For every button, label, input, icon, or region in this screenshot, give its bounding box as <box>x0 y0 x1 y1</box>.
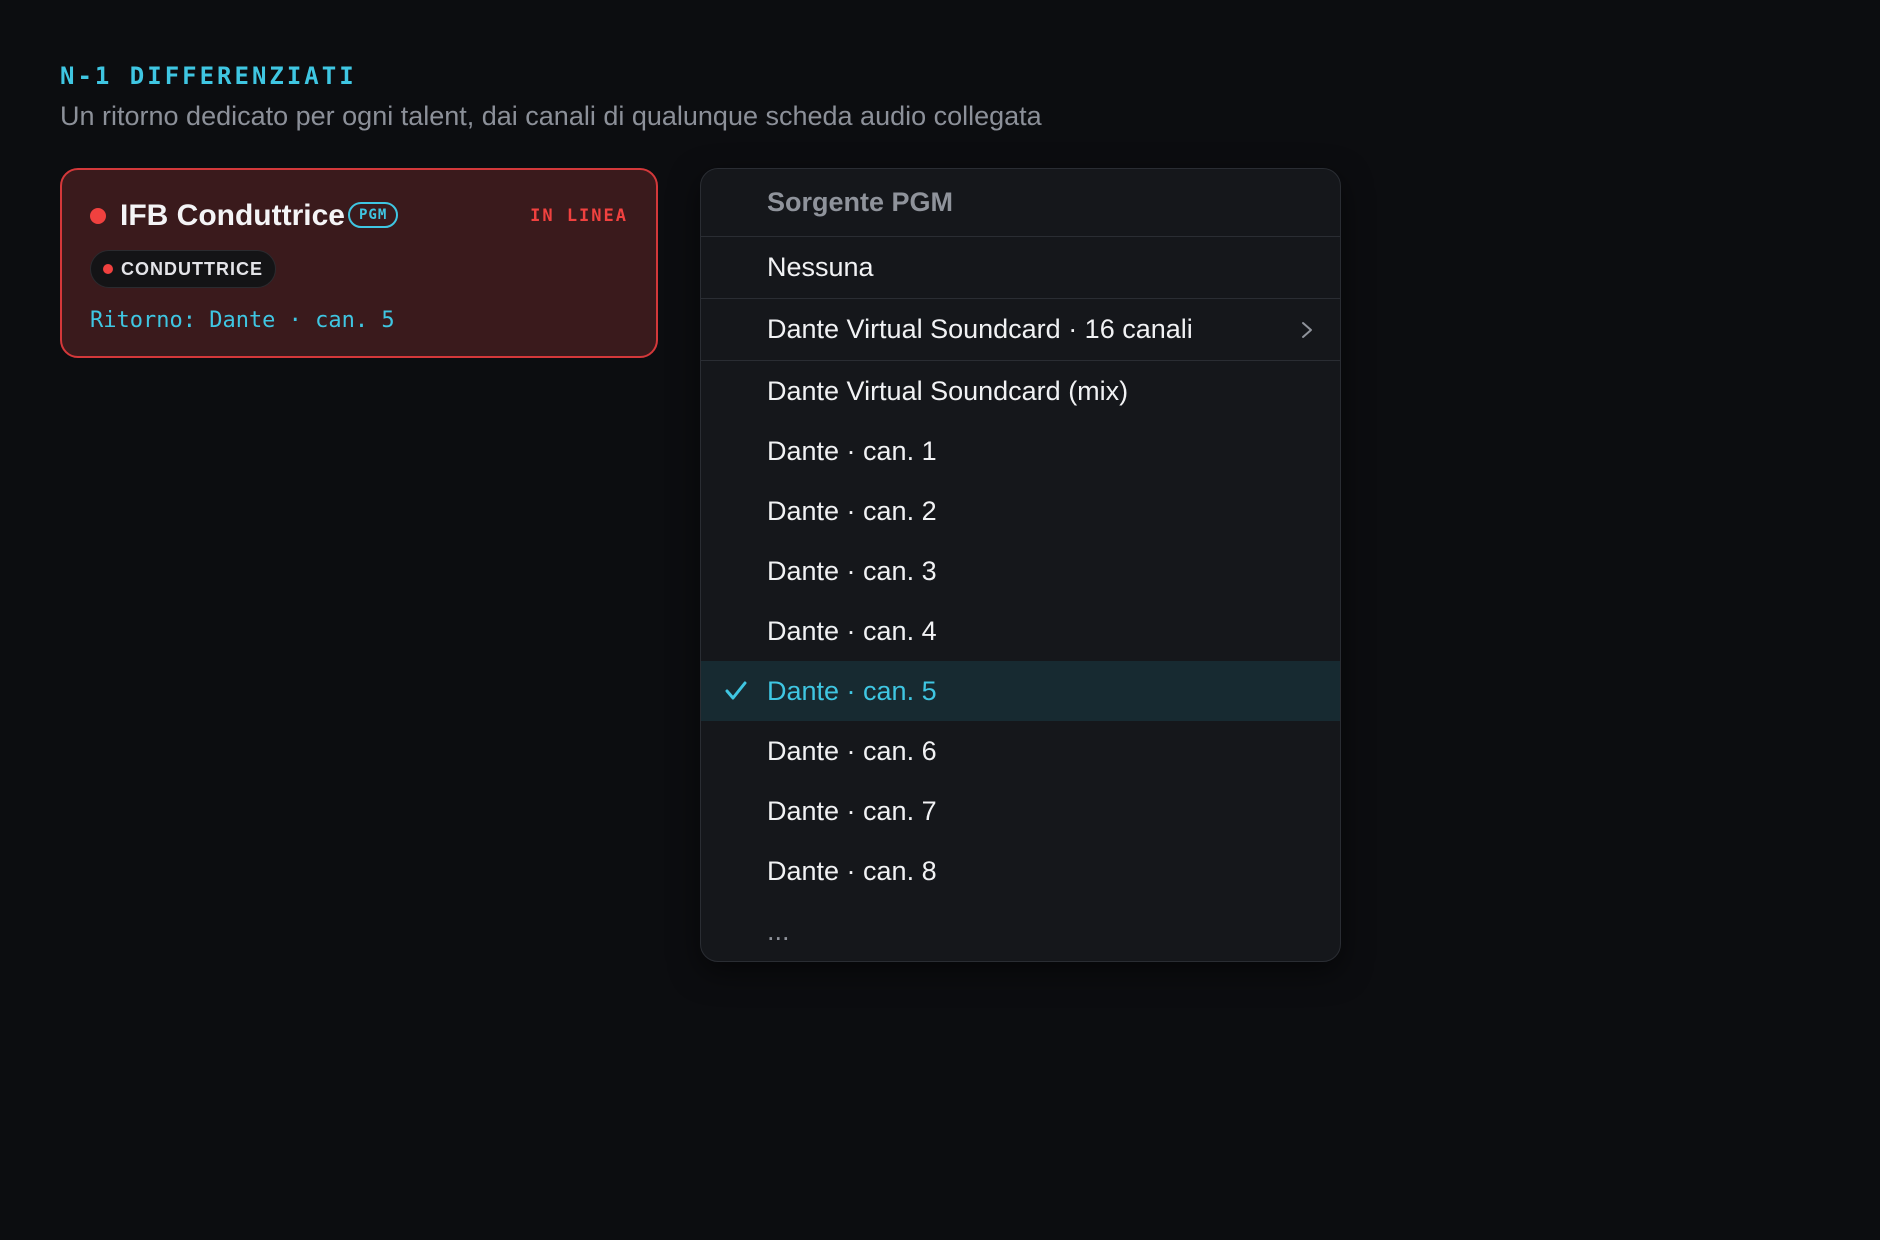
chevron-right-icon <box>1302 321 1312 338</box>
section-subtitle: Un ritorno dedicato per ogni talent, dai… <box>60 101 1042 131</box>
menu-more-indicator: ... <box>767 915 790 946</box>
role-dot-icon <box>103 264 113 274</box>
menu-item-label: Dante · can. 1 <box>767 435 937 466</box>
menu-header: Sorgente PGM <box>701 169 1340 237</box>
menu-item-label: Dante · can. 3 <box>767 555 937 586</box>
menu-item[interactable]: Dante · can. 6 <box>701 721 1340 781</box>
status-badge: IN LINEA <box>530 206 628 226</box>
section-title: N-1 DIFFERENZIATI <box>60 62 357 90</box>
menu-item-selected[interactable]: Dante · can. 5 <box>701 661 1340 721</box>
menu-item-label: Dante · can. 2 <box>767 495 937 526</box>
card-title: IFB Conduttrice <box>120 199 345 232</box>
device-label: Dante Virtual Soundcard · 16 canali <box>767 314 1193 344</box>
menu-item-list: Dante Virtual Soundcard (mix) Dante · can… <box>701 361 1340 901</box>
pgm-badge: PGM <box>348 202 399 228</box>
live-dot-icon <box>90 208 106 224</box>
role-pill: CONDUTTRICE <box>90 250 276 288</box>
check-icon <box>725 681 747 700</box>
role-label: CONDUTTRICE <box>121 258 263 279</box>
menu-item[interactable]: Dante Virtual Soundcard (mix) <box>701 361 1340 421</box>
menu-item-device-submenu[interactable]: Dante Virtual Soundcard · 16 canali <box>701 299 1340 361</box>
menu-item[interactable]: Dante · can. 8 <box>701 841 1340 901</box>
menu-item[interactable]: Dante · can. 1 <box>701 421 1340 481</box>
menu-item-label: Dante · can. 8 <box>767 855 937 886</box>
menu-item-label: Dante · can. 7 <box>767 795 937 826</box>
menu-item-label: Dante · can. 4 <box>767 615 937 646</box>
return-route: Ritorno: Dante · can. 5 <box>90 308 395 333</box>
menu-item[interactable]: Dante · can. 4 <box>701 601 1340 661</box>
menu-item-label: Dante · can. 5 <box>767 675 937 706</box>
menu-item[interactable]: Dante · can. 3 <box>701 541 1340 601</box>
menu-item-label: Dante · can. 6 <box>767 735 937 766</box>
menu-item-none[interactable]: Nessuna <box>701 237 1340 299</box>
menu-item-label: Dante Virtual Soundcard (mix) <box>767 375 1129 406</box>
menu-item[interactable]: Dante · can. 7 <box>701 781 1340 841</box>
menu-item[interactable]: Dante · can. 2 <box>701 481 1340 541</box>
pgm-source-menu: Sorgente PGM Nessuna Dante Virtual Sound… <box>700 168 1341 962</box>
talent-card[interactable]: IFB Conduttrice PGM IN LINEA CONDUTTRICE… <box>60 168 658 358</box>
